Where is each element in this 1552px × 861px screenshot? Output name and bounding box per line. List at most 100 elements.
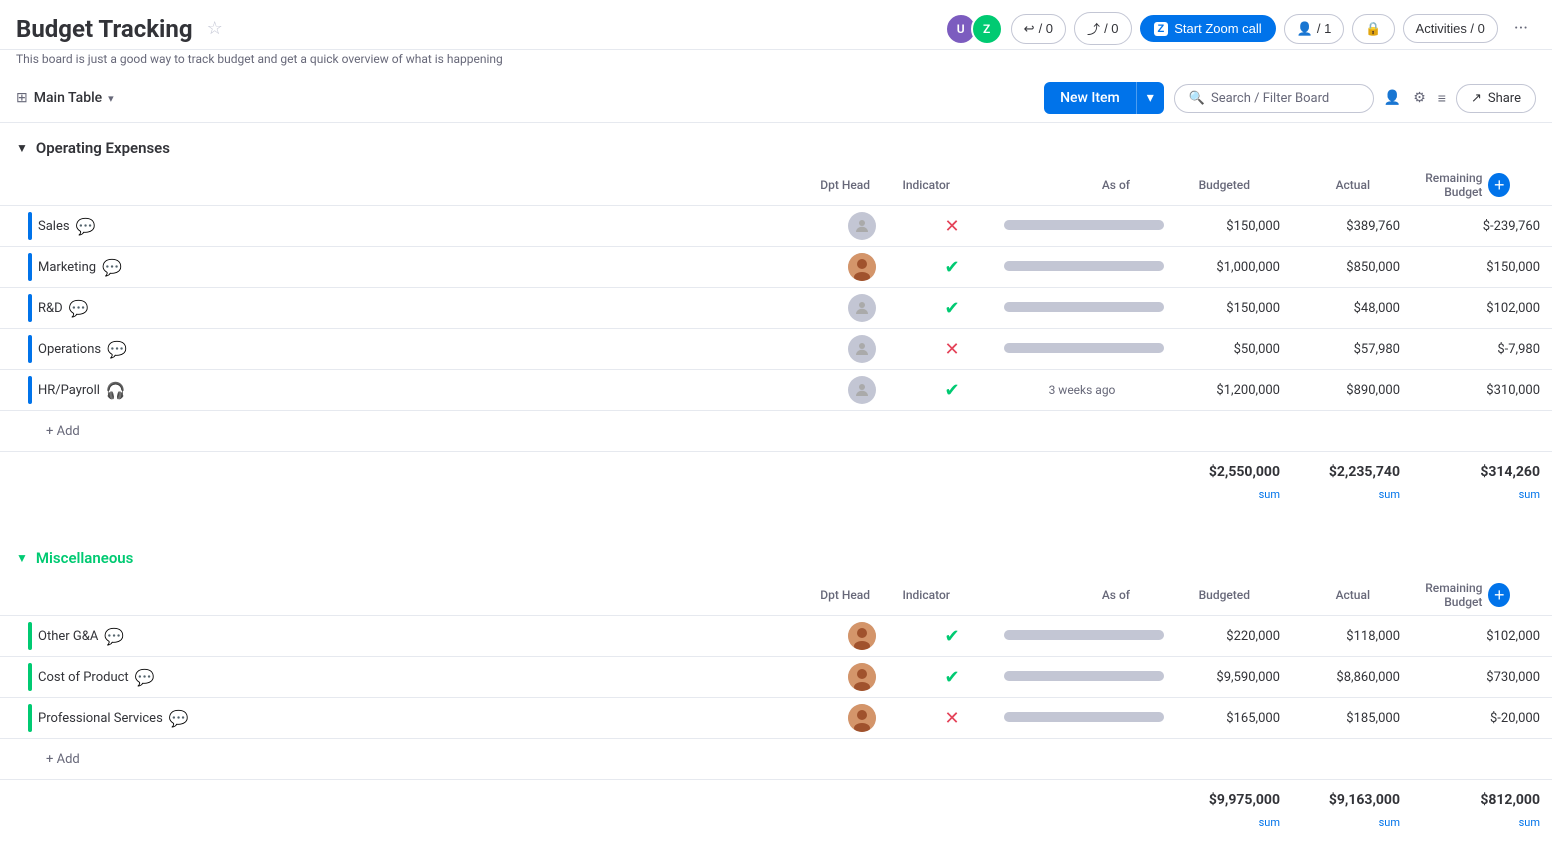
remaining-cell: $-7,980 bbox=[1412, 336, 1552, 363]
actual-sum-label: sum bbox=[1292, 816, 1412, 829]
add-row[interactable]: + Add bbox=[0, 411, 1552, 451]
remaining-cell: $102,000 bbox=[1412, 295, 1552, 322]
add-row-btn[interactable]: + Add bbox=[16, 418, 812, 445]
comment-icon[interactable]: 💬 bbox=[69, 299, 89, 318]
top-header: Budget Tracking ☆ U Z ↩ / 0 ⤴ / 0 Z Star… bbox=[0, 0, 1552, 50]
collapse-icon[interactable]: ▼ bbox=[16, 141, 28, 155]
lock-btn[interactable]: 🔒 bbox=[1352, 14, 1394, 44]
budgeted-cell: $150,000 bbox=[1172, 295, 1292, 322]
row-name: HR/Payroll bbox=[38, 383, 100, 398]
row-indicator-bar bbox=[28, 294, 32, 322]
as-of-cell bbox=[992, 213, 1172, 240]
table-row: HR/Payroll 🎧 ✔ 3 weeks ago $1,200,000 $8… bbox=[0, 370, 1552, 411]
col-dpthead-header: Dpt Head bbox=[782, 178, 882, 192]
comment-icon[interactable]: 🎧 bbox=[106, 381, 126, 400]
budgeted-cell: $165,000 bbox=[1172, 705, 1292, 732]
indicator-cell: ✔ bbox=[912, 251, 992, 284]
indicator-green: ✔ bbox=[944, 380, 959, 401]
remaining-cell: $730,000 bbox=[1412, 664, 1552, 691]
dpt-head-cell bbox=[812, 616, 912, 656]
table-name: Main Table bbox=[34, 90, 102, 106]
budgeted-cell: $50,000 bbox=[1172, 336, 1292, 363]
person-avatar bbox=[848, 335, 876, 363]
row-indicator-bar bbox=[28, 622, 32, 650]
actual-cell: $850,000 bbox=[1292, 254, 1412, 281]
row-name-cell: Marketing 💬 bbox=[16, 247, 812, 287]
actual-sum-label: sum bbox=[1292, 488, 1412, 501]
zoom-call-btn[interactable]: Z Start Zoom call bbox=[1140, 15, 1276, 42]
new-item-btn[interactable]: New Item ▾ bbox=[1044, 82, 1164, 114]
activities-label: Activities / 0 bbox=[1416, 21, 1485, 36]
updates-btn[interactable]: ⤴ / 0 bbox=[1074, 12, 1131, 45]
remaining-cell: $-20,000 bbox=[1412, 705, 1552, 732]
row-name: Professional Services bbox=[38, 711, 163, 726]
row-name: Cost of Product bbox=[38, 670, 129, 685]
row-name: R&D bbox=[38, 301, 63, 316]
indicator-red: ✕ bbox=[944, 339, 959, 360]
col-remaining-header: Remaining Budget + bbox=[1382, 171, 1522, 199]
col-indicator-header: Indicator bbox=[882, 588, 962, 602]
settings-icon[interactable]: ⚙ bbox=[1413, 90, 1426, 106]
operating-expenses-group: ▼ Operating Expenses Dpt Head Indicator … bbox=[0, 123, 1552, 513]
row-name-cell: Professional Services 💬 bbox=[16, 698, 812, 738]
users-btn[interactable]: 👤 / 1 bbox=[1284, 14, 1345, 44]
budgeted-cell: $150,000 bbox=[1172, 213, 1292, 240]
sum-empty bbox=[812, 788, 912, 812]
row-name-cell: R&D 💬 bbox=[16, 288, 812, 328]
sum-empty bbox=[912, 460, 992, 484]
new-item-arrow[interactable]: ▾ bbox=[1137, 82, 1164, 114]
as-of-cell bbox=[992, 623, 1172, 650]
add-column-btn-operating[interactable]: + bbox=[1488, 173, 1510, 197]
updates-icon: ⤴ bbox=[1087, 19, 1100, 38]
board-title: Budget Tracking bbox=[16, 15, 193, 43]
table-row: Marketing 💬 ✔ $1,000,000 $850,000 $150,0… bbox=[0, 247, 1552, 288]
actual-cell: $48,000 bbox=[1292, 295, 1412, 322]
col-budgeted-header: Budgeted bbox=[1142, 588, 1262, 602]
sum-empty bbox=[16, 460, 812, 484]
budgeted-cell: $1,000,000 bbox=[1172, 254, 1292, 281]
remaining-cell: $310,000 bbox=[1412, 377, 1552, 404]
as-of-cell bbox=[992, 336, 1172, 363]
comment-icon[interactable]: 💬 bbox=[102, 258, 122, 277]
remaining-cell: $-239,760 bbox=[1412, 213, 1552, 240]
misc-sum-row: $9,975,000 $9,163,000 $812,000 bbox=[0, 779, 1552, 816]
person-avatar bbox=[848, 704, 876, 732]
comment-icon[interactable]: 💬 bbox=[76, 217, 96, 236]
star-icon[interactable]: ☆ bbox=[207, 18, 223, 39]
budgeted-sum: $9,975,000 bbox=[1172, 788, 1292, 812]
budgeted-sum-label: sum bbox=[1172, 488, 1292, 501]
row-name-cell: Sales 💬 bbox=[16, 206, 812, 246]
row-name: Other G&A bbox=[38, 629, 98, 644]
activities-btn[interactable]: Activities / 0 bbox=[1403, 14, 1498, 43]
add-column-btn-misc[interactable]: + bbox=[1488, 583, 1510, 607]
operating-column-headers: Dpt Head Indicator As of Budgeted Actual… bbox=[0, 165, 1552, 206]
person-filter-icon[interactable]: 👤 bbox=[1384, 90, 1401, 106]
more-options-btn[interactable]: ··· bbox=[1506, 14, 1536, 43]
new-item-label[interactable]: New Item bbox=[1044, 82, 1137, 114]
indicator-cell: ✔ bbox=[912, 661, 992, 694]
table-label[interactable]: ⊞ Main Table ▾ bbox=[16, 90, 114, 106]
collapse-icon[interactable]: ▼ bbox=[16, 551, 28, 565]
add-row[interactable]: + Add bbox=[0, 739, 1552, 779]
person-avatar bbox=[848, 622, 876, 650]
share-btn[interactable]: ↗ Share bbox=[1456, 84, 1536, 113]
indicator-cell: ✕ bbox=[912, 210, 992, 243]
comment-icon[interactable]: 💬 bbox=[135, 668, 155, 687]
comment-icon[interactable]: 💬 bbox=[169, 709, 189, 728]
comment-icon[interactable]: 💬 bbox=[107, 340, 127, 359]
table-row: Professional Services 💬 ✕ $165,000 $185,… bbox=[0, 698, 1552, 739]
col-actual-header: Actual bbox=[1262, 588, 1382, 602]
table-row: Operations 💬 ✕ $50,000 $57,980 $-7,980 bbox=[0, 329, 1552, 370]
share-icon: ↗ bbox=[1471, 91, 1482, 106]
actual-cell: $57,980 bbox=[1292, 336, 1412, 363]
search-filter-input[interactable]: 🔍 Search / Filter Board bbox=[1174, 84, 1374, 113]
comment-icon[interactable]: 💬 bbox=[104, 627, 124, 646]
replies-btn[interactable]: ↩ / 0 bbox=[1011, 14, 1066, 44]
actual-cell: $185,000 bbox=[1292, 705, 1412, 732]
filter-icon[interactable]: ≡ bbox=[1438, 90, 1446, 107]
sum-empty bbox=[812, 460, 912, 484]
dpt-head-cell bbox=[812, 329, 912, 369]
as-of-cell bbox=[992, 295, 1172, 322]
indicator-green: ✔ bbox=[944, 626, 959, 647]
sum-empty bbox=[16, 788, 812, 812]
